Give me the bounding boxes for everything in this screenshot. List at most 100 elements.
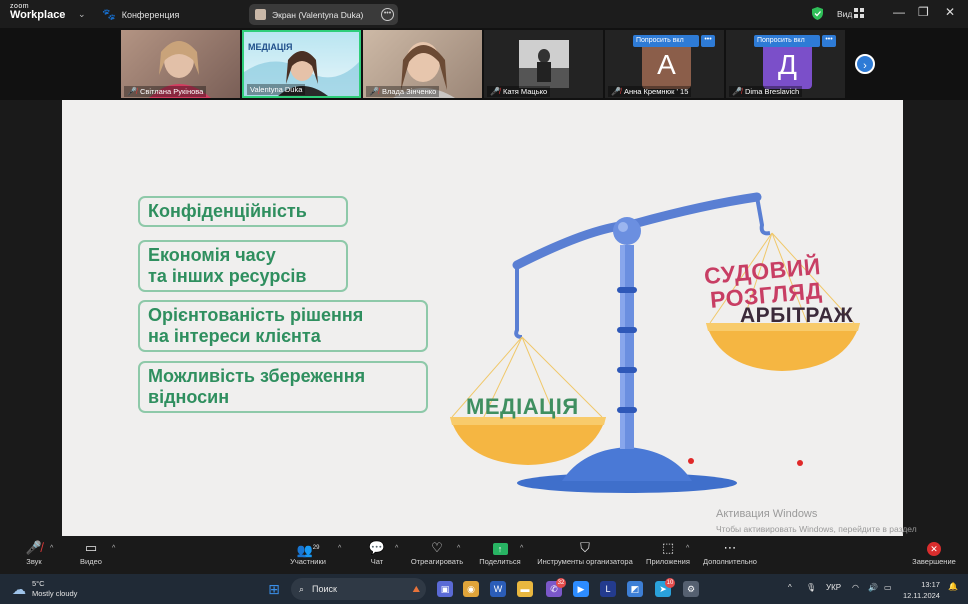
taskbar-search[interactable]: ⌕ Поиск ⛰ xyxy=(291,578,426,600)
more-icon[interactable]: ••• xyxy=(822,35,836,47)
participant-name: 🎤̸ Dima Breslavich xyxy=(729,86,803,97)
windows-start-icon[interactable]: ⊞ xyxy=(266,581,282,597)
avatar: Д xyxy=(763,40,812,89)
windows-taskbar: ☁ 5°C Mostly cloudy ⊞ ⌕ Поиск ⛰ ▣ ◉ W ▬ ✆… xyxy=(0,574,968,604)
chat-button[interactable]: 💬 Чат xyxy=(364,539,390,566)
more-icon: ⋯ xyxy=(723,540,737,555)
participant-name: 🎤̸ Влада Зінченко xyxy=(366,86,440,97)
chevron-up-icon[interactable]: ^ xyxy=(112,545,115,552)
zoom-logo: zoom Workplace xyxy=(10,3,66,21)
participant-strip: 🎤̸ Світлана Рукінова МЕДІАЦІЯ Valentyna D… xyxy=(0,28,968,100)
meeting-toolbar: 🎤̸ Звук ^ ▭ Видео ^ 👥29 Участники ^ 💬 Ча… xyxy=(0,536,968,574)
benefit-item: Конфіденційність xyxy=(138,196,348,227)
participant-tile[interactable]: А Попросить вкл ••• 🎤̸ Анна Кремнюк ' 15 xyxy=(605,30,724,98)
chat-icon: 💬 xyxy=(368,540,386,555)
ask-to-unmute-button[interactable]: Попросить вкл xyxy=(633,35,699,47)
arbitration-label: АРБІТРАЖ xyxy=(740,304,854,327)
chevron-up-icon[interactable]: ^ xyxy=(395,545,398,552)
participant-tile[interactable]: 🎤̸ Світлана Рукінова xyxy=(121,30,240,98)
mic-muted-icon: 🎤̸ xyxy=(127,87,137,96)
zoom-icon[interactable]: ▶ xyxy=(573,581,589,597)
photos-icon[interactable]: ◩ xyxy=(627,581,643,597)
end-icon: ✕ xyxy=(927,542,941,556)
conference-info-button[interactable]: 🐾 Конференция xyxy=(102,8,179,21)
minimize-icon[interactable]: — xyxy=(893,5,905,19)
mic-muted-icon: 🎤̸ xyxy=(25,540,43,555)
search-icon: ⌕ xyxy=(299,583,305,594)
svg-text:МЕДІАЦІЯ: МЕДІАЦІЯ xyxy=(248,42,292,52)
search-highlight-icon: ⛰ xyxy=(412,583,420,594)
host-tools-button[interactable]: ⛉ Инструменты организатора xyxy=(534,539,636,566)
participant-tile[interactable]: Д Попросить вкл ••• 🎤̸ Dima Breslavich xyxy=(726,30,845,98)
participants-button[interactable]: 👥29 Участники xyxy=(286,539,330,566)
more-icon[interactable]: ••• xyxy=(701,35,715,47)
share-screen-icon: ↑ xyxy=(492,543,508,555)
viber-icon[interactable]: ✆ 32 xyxy=(546,578,566,597)
chevron-up-icon[interactable]: ^ xyxy=(788,583,792,592)
apps-button[interactable]: ⬚ Приложения xyxy=(643,539,693,566)
mic-muted-icon: 🎤̸ xyxy=(369,87,379,96)
windows-activation-title: Активация Windows xyxy=(716,508,818,520)
participant-tile-active[interactable]: МЕДІАЦІЯ Valentyna Duka xyxy=(242,30,361,98)
settings-gear-icon[interactable]: ⚙ xyxy=(683,581,699,597)
chevron-up-icon[interactable]: ^ xyxy=(686,545,689,552)
participants-icon: 👥29 xyxy=(296,542,320,558)
participant-tile[interactable]: 🎤̸ Катя Мацько xyxy=(484,30,603,98)
screen-share-indicator[interactable]: Экран (Valentyna Duka) ••• xyxy=(249,4,398,25)
react-button[interactable]: ♡ Отреагировать xyxy=(409,539,465,566)
mediation-label: МЕДІАЦІЯ xyxy=(466,394,579,419)
wifi-icon[interactable]: ◠ xyxy=(852,583,859,592)
more-icon[interactable]: ••• xyxy=(381,8,394,21)
chevron-up-icon[interactable]: ^ xyxy=(457,545,460,552)
next-page-button[interactable]: › xyxy=(855,54,875,74)
presenter-thumb-icon xyxy=(255,9,266,20)
word-icon[interactable]: W xyxy=(490,581,506,597)
participant-name: 🎤̸ Катя Мацько xyxy=(487,86,551,97)
close-icon[interactable]: ✕ xyxy=(945,5,955,19)
more-button[interactable]: ⋯ Дополнительно xyxy=(700,539,760,566)
shield-icon: ⛉ xyxy=(580,540,590,555)
participant-name: 🎤̸ Світлана Рукінова xyxy=(124,86,207,97)
language-indicator[interactable]: УКР xyxy=(826,583,841,592)
grid-view-icon[interactable] xyxy=(854,8,864,18)
chevron-up-icon[interactable]: ^ xyxy=(50,545,53,552)
video-button[interactable]: ▭ Видео xyxy=(76,539,106,566)
share-button[interactable]: ↑ Поделиться xyxy=(477,539,523,566)
shield-icon[interactable] xyxy=(812,7,823,20)
telegram-icon[interactable]: ➤ 10 xyxy=(655,578,675,597)
end-meeting-button[interactable]: ✕ Завершение xyxy=(910,539,958,566)
benefit-item: Можливість збереження відносин xyxy=(138,361,428,413)
volume-icon[interactable]: 🔊 xyxy=(868,583,878,592)
notifications-icon[interactable]: 🔔 xyxy=(948,582,958,591)
audio-button[interactable]: 🎤̸ Звук xyxy=(22,539,46,566)
weather-widget[interactable]: ☁ 5°C Mostly cloudy xyxy=(12,579,77,599)
chevron-up-icon[interactable]: ^ xyxy=(338,545,341,552)
paw-icon: 🐾 xyxy=(102,9,116,21)
view-button[interactable]: Вид xyxy=(837,9,852,19)
camera-icon: ▭ xyxy=(84,540,98,555)
save-app-icon[interactable]: ▣ xyxy=(437,581,453,597)
title-bar: zoom Workplace ⌄ 🐾 Конференция Экран (Va… xyxy=(0,0,968,28)
chevron-down-icon[interactable]: ⌄ xyxy=(78,9,86,20)
microphone-icon[interactable]: 🎙 xyxy=(806,583,816,592)
clock[interactable]: 13:17 12.11.2024 xyxy=(903,579,940,601)
battery-icon[interactable]: ▭ xyxy=(884,583,892,592)
avatar: А xyxy=(642,40,691,89)
folder-icon[interactable]: ▬ xyxy=(517,581,533,597)
participant-name: Valentyna Duka xyxy=(247,84,306,95)
chevron-up-icon[interactable]: ^ xyxy=(520,545,523,552)
shared-screen: Конфіденційність Економія часу та інших … xyxy=(62,100,903,536)
mic-muted-icon: 🎤̸ xyxy=(732,87,742,96)
mic-muted-icon: 🎤̸ xyxy=(490,87,500,96)
mic-muted-icon: 🎤̸ xyxy=(611,87,621,96)
participant-tile[interactable]: 🎤̸ Влада Зінченко xyxy=(363,30,482,98)
chrome-icon[interactable]: ◉ xyxy=(463,581,479,597)
ask-to-unmute-button[interactable]: Попросить вкл xyxy=(754,35,820,47)
l-app-icon[interactable]: L xyxy=(600,581,616,597)
benefit-item: Економія часу та інших ресурсів xyxy=(138,240,348,292)
participant-name: 🎤̸ Анна Кремнюк ' 15 xyxy=(608,86,692,97)
scale-illustration xyxy=(450,192,860,493)
restore-icon[interactable]: ❐ xyxy=(918,5,929,19)
benefit-item: Орієнтованість рішення на інтереси клієн… xyxy=(138,300,428,352)
cloud-icon: ☁ xyxy=(12,580,26,597)
